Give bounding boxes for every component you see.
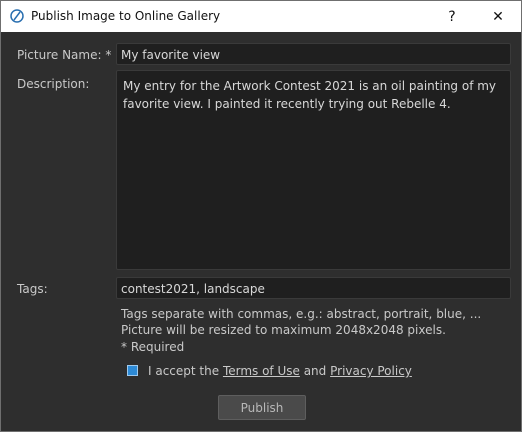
accept-terms-text: I accept the Terms of Use and Privacy Po… (148, 364, 412, 378)
terms-of-use-link[interactable]: Terms of Use (223, 364, 300, 378)
publish-button[interactable]: Publish (218, 395, 306, 420)
close-icon: ✕ (492, 8, 504, 25)
publish-dialog: Publish Image to Online Gallery ? ✕ Pict… (0, 0, 522, 432)
tags-label: Tags: (17, 282, 48, 296)
required-hint: * Required (121, 340, 185, 354)
close-button[interactable]: ✕ (475, 1, 521, 32)
app-logo-icon (10, 9, 24, 23)
description-textarea[interactable]: My entry for the Artwork Contest 2021 is… (116, 70, 511, 270)
description-label: Description: (17, 77, 90, 91)
tags-hint: Tags separate with commas, e.g.: abstrac… (121, 307, 482, 321)
tags-input[interactable]: contest2021, landscape (116, 277, 511, 299)
help-button[interactable]: ? (429, 1, 475, 32)
picture-name-label: Picture Name: * (17, 48, 112, 62)
title-bar: Publish Image to Online Gallery ? ✕ (1, 1, 521, 32)
help-icon: ? (448, 8, 456, 25)
accept-and: and (299, 364, 331, 378)
accept-terms-checkbox[interactable] (127, 365, 138, 376)
privacy-policy-link[interactable]: Privacy Policy (330, 364, 412, 378)
picture-name-input[interactable]: My favorite view (116, 43, 511, 65)
accept-prefix: I accept the (148, 364, 223, 378)
resize-hint: Picture will be resized to maximum 2048x… (121, 323, 446, 337)
window-title: Publish Image to Online Gallery (31, 9, 221, 23)
